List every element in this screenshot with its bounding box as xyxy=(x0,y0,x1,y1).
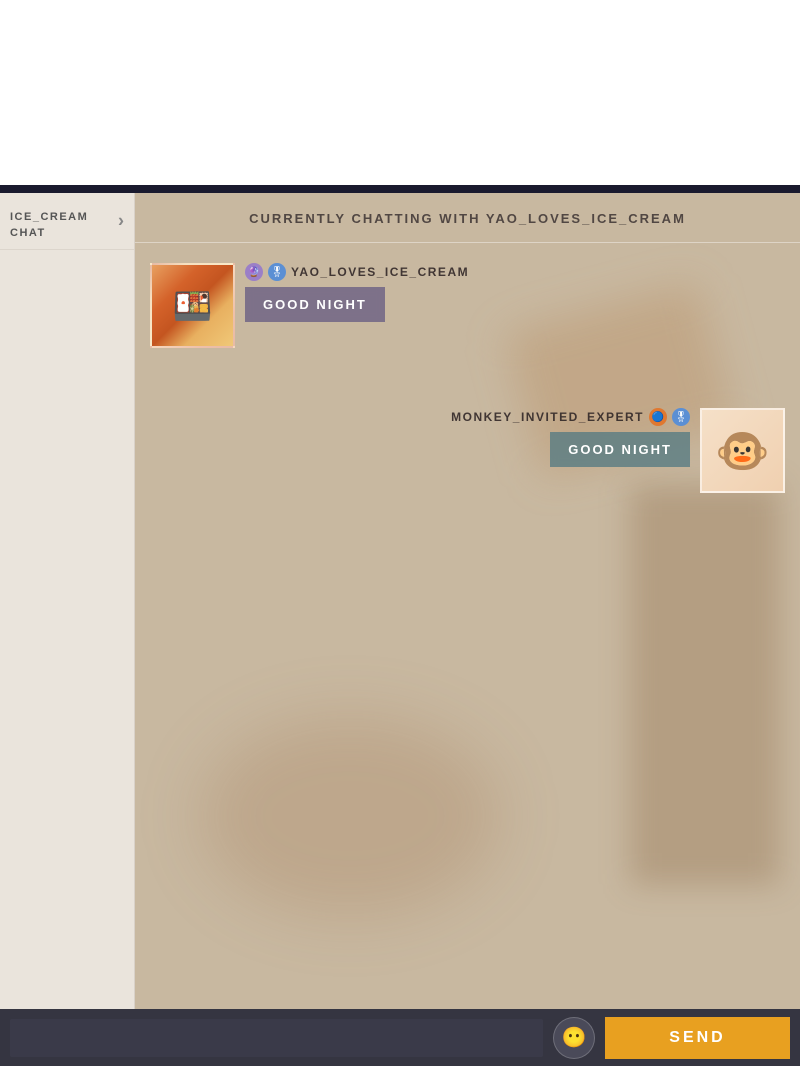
avatar-yao: 🍱 xyxy=(150,263,235,348)
username-yao: YAO_LOVES_ICE_CREAM xyxy=(291,265,469,279)
username-row-1: 🔮 🎖 YAO_LOVES_ICE_CREAM xyxy=(245,263,469,281)
username-row-2: MONKEY_INVITED_EXPERT 🔵 🎖 xyxy=(451,408,690,426)
chat-container: 🍱 🔮 🎖 YAO_LOVES_ICE_CREAM GOOD NIGHT 🐵 M… xyxy=(135,243,800,1009)
bubble-1: GOOD NIGHT xyxy=(245,287,385,322)
message-content-1: 🔮 🎖 YAO_LOVES_ICE_CREAM GOOD NIGHT xyxy=(245,263,469,322)
badge-medal-1: 🎖 xyxy=(268,263,286,281)
sidebar-chat-label: CHAT xyxy=(10,227,124,239)
username-monkey: MONKEY_INVITED_EXPERT xyxy=(451,410,644,424)
message-content-2: MONKEY_INVITED_EXPERT 🔵 🎖 GOOD NIGHT xyxy=(451,408,690,467)
message-row-1: 🍱 🔮 🎖 YAO_LOVES_ICE_CREAM GOOD NIGHT xyxy=(150,263,785,348)
emoji-button[interactable]: 😶 xyxy=(553,1017,595,1059)
sidebar-arrow-icon: › xyxy=(118,211,124,232)
sidebar-partial-name: ICE_CREAM xyxy=(10,211,124,223)
message-row-2: 🐵 MONKEY_INVITED_EXPERT 🔵 🎖 GOOD NIGHT xyxy=(150,408,785,493)
sidebar-item-chat[interactable]: ICE_CREAM CHAT › xyxy=(0,193,134,250)
chat-header-text: CURRENTLY CHATTING WITH YAO_LOVES_ICE_CR… xyxy=(249,211,686,226)
emoji-icon: 😶 xyxy=(562,1025,587,1050)
chat-header: CURRENTLY CHATTING WITH YAO_LOVES_ICE_CR… xyxy=(135,193,800,243)
send-button[interactable]: SEND xyxy=(605,1017,790,1059)
bottom-bar: 😶 SEND xyxy=(0,1009,800,1066)
badge-purple-1: 🔮 xyxy=(245,263,263,281)
top-bar xyxy=(0,185,800,193)
game-area: ICE_CREAM CHAT › CURRENTLY CHATTING WITH… xyxy=(0,185,800,1066)
badge-orange-2: 🔵 xyxy=(649,408,667,426)
badge-medal-2: 🎖 xyxy=(672,408,690,426)
avatar-monkey: 🐵 xyxy=(700,408,785,493)
chat-input-area[interactable] xyxy=(10,1019,543,1057)
top-white-area xyxy=(0,0,800,185)
bubble-2: GOOD NIGHT xyxy=(550,432,690,467)
sidebar: ICE_CREAM CHAT › xyxy=(0,193,135,1009)
send-label: SEND xyxy=(669,1029,725,1047)
